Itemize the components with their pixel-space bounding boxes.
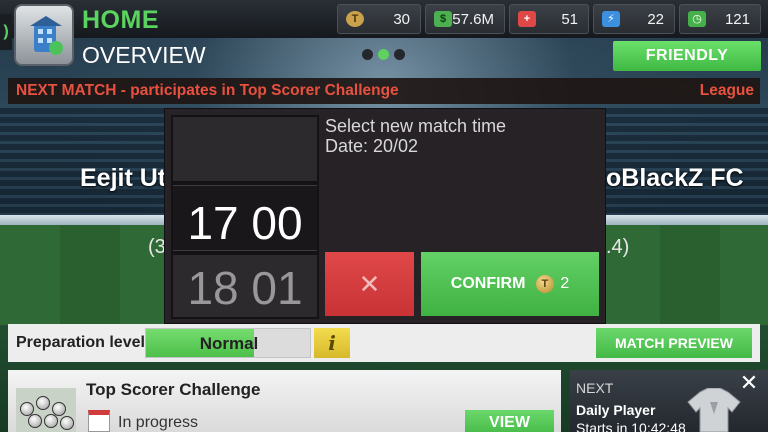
cash-icon: $ — [434, 11, 452, 27]
tokens-counter[interactable]: T 30 — [337, 4, 421, 34]
time-picker-slot-previous[interactable] — [173, 117, 317, 181]
time-value: 121 — [724, 11, 750, 28]
challenge-status: In progress — [118, 414, 199, 431]
building-icon — [30, 16, 63, 55]
time-picker-slot-selected[interactable]: 17 00 — [173, 185, 317, 251]
cancel-button[interactable]: ✕ — [325, 252, 414, 316]
medical-cross-icon: + — [518, 11, 536, 27]
confirm-cost: 2 — [560, 275, 570, 292]
soccer-balls-image — [16, 388, 76, 432]
match-preview-button[interactable]: MATCH PREVIEW — [596, 328, 752, 358]
time-picker-slot-next[interactable]: 18 01 — [173, 255, 317, 317]
close-icon[interactable]: ✕ — [738, 372, 760, 394]
view-button[interactable]: VIEW — [465, 410, 554, 432]
next-event-name: Daily Player — [576, 402, 656, 418]
energy-counter[interactable]: ⚡ 22 — [593, 4, 675, 34]
time-counter[interactable]: ◷ 121 — [679, 4, 761, 34]
tokens-value: 30 — [393, 11, 410, 28]
jersey-icon — [687, 388, 741, 432]
preparation-bar: Preparation level: Normal i MATCH PREVIE… — [8, 324, 760, 362]
page-title: HOME — [82, 6, 159, 34]
ball-icon — [60, 416, 74, 430]
preparation-label: Preparation level: — [16, 334, 151, 351]
page-dot[interactable] — [394, 49, 405, 60]
medical-value: 51 — [561, 11, 578, 28]
preparation-level-bar: Normal — [145, 328, 311, 358]
info-icon: i — [328, 331, 336, 355]
medical-counter[interactable]: + 51 — [509, 4, 589, 34]
challenge-card[interactable]: Top Scorer Challenge In progress VIEW — [8, 370, 561, 432]
home-team-name: Eejit Ut — [80, 164, 167, 192]
next-match-bar: NEXT MATCH - participates in Top Scorer … — [8, 78, 760, 104]
time-picker[interactable]: 17 00 18 01 — [171, 115, 319, 319]
competition-label: League — [699, 82, 754, 99]
section-title: OVERVIEW — [82, 42, 206, 68]
next-event-countdown: Starts in 10:42:48 — [576, 420, 686, 432]
away-team-name: oBlackZ FC — [606, 164, 744, 192]
next-match-label: NEXT MATCH - participates in Top Scorer … — [16, 82, 399, 99]
cash-value: 57.6M — [452, 11, 494, 28]
dialog-date: Date: 20/02 — [325, 136, 419, 156]
confirm-button[interactable]: CONFIRM T 2 — [421, 252, 599, 316]
cash-counter[interactable]: $ 57.6M — [425, 4, 505, 34]
home-app-icon[interactable] — [14, 4, 74, 66]
ball-icon — [28, 414, 42, 428]
next-time-option: 18 01 — [187, 262, 303, 314]
page-indicator — [360, 48, 408, 62]
token-coin-icon: T — [346, 11, 364, 27]
info-button[interactable]: i — [314, 328, 350, 358]
token-coin-icon: T — [535, 275, 554, 293]
ball-icon — [44, 414, 58, 428]
page-dot[interactable] — [362, 49, 373, 60]
energy-value: 22 — [647, 11, 664, 28]
challenge-title: Top Scorer Challenge — [86, 380, 261, 399]
ball-icon — [36, 396, 50, 410]
away-team-rating: .4) — [606, 236, 630, 258]
page-dot-active[interactable] — [378, 49, 389, 60]
close-icon: ✕ — [358, 269, 381, 299]
clock-icon: ◷ — [688, 11, 706, 27]
calendar-icon — [88, 410, 110, 432]
friendly-button[interactable]: FRIENDLY — [613, 41, 761, 71]
side-menu-tab[interactable]: ) — [0, 14, 12, 50]
next-event-label: NEXT — [576, 380, 614, 396]
confirm-label: CONFIRM — [450, 275, 526, 292]
preparation-level-value: Normal — [199, 334, 259, 353]
match-time-dialog: 17 00 18 01 Select new match time Date: … — [164, 108, 606, 324]
selected-time: 17 00 — [187, 197, 303, 249]
dialog-title: Select new match time — [325, 116, 507, 136]
energy-bolt-icon: ⚡ — [602, 11, 620, 27]
